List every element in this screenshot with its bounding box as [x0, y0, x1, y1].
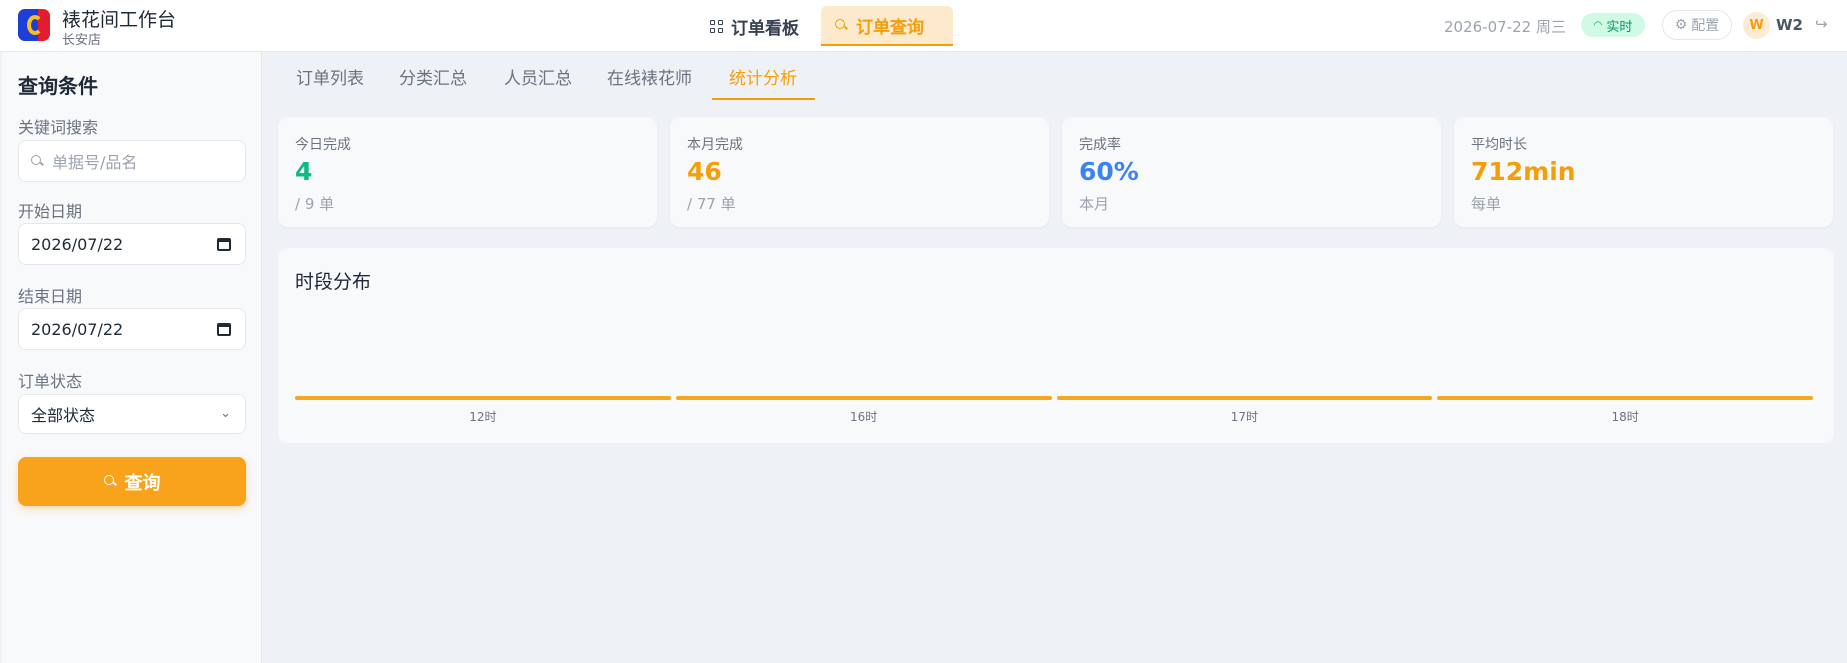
- stat-sub: 每单: [1471, 195, 1502, 213]
- avatar[interactable]: W: [1743, 12, 1770, 39]
- nav-tab-order-query[interactable]: 订单查询: [821, 6, 953, 46]
- stat-sub: / 9 单: [295, 195, 335, 213]
- logout-icon[interactable]: ↪: [1815, 15, 1828, 33]
- subtab-statistics[interactable]: 统计分析: [729, 64, 797, 89]
- gear-icon: ⚙: [1674, 17, 1688, 33]
- stat-value: 60%: [1079, 157, 1139, 186]
- query-button-label: 查询: [124, 472, 161, 494]
- subtab-staff-summary[interactable]: 人员汇总: [504, 64, 572, 89]
- stat-value: 4: [295, 157, 313, 186]
- order-status-value: 全部状态: [31, 406, 96, 425]
- x-tick-label: 16时: [849, 410, 878, 424]
- sidebar-title: 查询条件: [18, 74, 98, 98]
- start-date-label: 开始日期: [18, 202, 83, 221]
- x-tick-label: 17时: [1230, 410, 1259, 424]
- store-name: 长安店: [62, 33, 102, 48]
- subtab-category-summary[interactable]: 分类汇总: [399, 64, 467, 89]
- search-icon: [31, 154, 44, 168]
- end-date-value: 2026/07/22: [31, 319, 124, 339]
- app-logo-icon: [18, 9, 50, 41]
- nav-tab-order-board[interactable]: 订单看板: [696, 6, 814, 46]
- stat-label: 完成率: [1079, 137, 1121, 153]
- stat-card-avg-duration: 平均时长 712min 每单: [1454, 117, 1833, 227]
- query-button[interactable]: 查询: [18, 457, 246, 506]
- active-subtab-indicator: [712, 98, 815, 100]
- search-icon: [103, 475, 117, 488]
- end-date-input[interactable]: 2026/07/22: [18, 308, 246, 350]
- chart-bar: [295, 396, 671, 400]
- hourly-distribution-chart: 时段分布 12时 16时 17时 18时: [278, 248, 1834, 443]
- end-date-label: 结束日期: [18, 287, 83, 306]
- calendar-icon[interactable]: [217, 238, 231, 251]
- stat-value: 712min: [1471, 157, 1576, 186]
- subtab-online-decorators[interactable]: 在线裱花师: [607, 64, 692, 89]
- config-button[interactable]: ⚙ 配置: [1662, 10, 1732, 40]
- keyword-placeholder: 单据号/品名: [52, 153, 138, 172]
- x-tick-label: 18时: [1611, 410, 1639, 424]
- stat-sub: 本月: [1079, 195, 1110, 213]
- chart-bar: [1056, 396, 1433, 400]
- subtab-order-list[interactable]: 订单列表: [296, 64, 364, 89]
- order-status-select[interactable]: 全部状态 ⌄: [18, 394, 246, 434]
- stat-value: 46: [687, 157, 722, 186]
- chart-title: 时段分布: [295, 271, 372, 293]
- start-date-input[interactable]: 2026/07/22: [18, 223, 246, 265]
- live-status-label: 实时: [1606, 19, 1633, 35]
- x-tick-label: 12时: [469, 410, 497, 424]
- live-status-badge: ◠ 实时: [1581, 13, 1645, 37]
- grid-icon: [710, 19, 723, 33]
- calendar-icon[interactable]: [217, 323, 231, 336]
- user-name: W2: [1776, 16, 1803, 34]
- stat-card-today: 今日完成 4 / 9 单: [278, 117, 657, 227]
- app-title: 裱花间工作台: [62, 9, 177, 31]
- nav-tab-label: 订单看板: [731, 18, 799, 39]
- config-label: 配置: [1691, 18, 1720, 34]
- chart-bar: [1437, 396, 1813, 400]
- keyword-label: 关键词搜索: [18, 118, 99, 137]
- chart-bar: [675, 396, 1052, 400]
- query-sidebar: 查询条件 关键词搜索 单据号/品名 开始日期 2026/07/22 结束日期 2…: [2, 52, 262, 663]
- keyword-search-input[interactable]: 单据号/品名: [18, 140, 246, 182]
- stat-card-month: 本月完成 46 / 77 单: [670, 117, 1049, 227]
- order-status-label: 订单状态: [18, 372, 83, 391]
- stat-card-completion-rate: 完成率 60% 本月: [1062, 117, 1441, 227]
- start-date-value: 2026/07/22: [31, 234, 124, 254]
- top-bar: 裱花间工作台 长安店 订单看板 订单查询 2026-07-22 周三 ◠ 实时 …: [0, 0, 1847, 52]
- chevron-down-icon: ⌄: [220, 406, 231, 421]
- stat-sub: / 77 单: [687, 195, 736, 213]
- stat-label: 平均时长: [1471, 137, 1527, 153]
- stat-label: 今日完成: [295, 137, 351, 153]
- search-icon: [835, 18, 848, 32]
- nav-tab-label: 订单查询: [856, 17, 924, 38]
- stat-label: 本月完成: [687, 137, 743, 153]
- wifi-icon: ◠: [1593, 19, 1603, 31]
- current-date: 2026-07-22 周三: [1444, 18, 1566, 36]
